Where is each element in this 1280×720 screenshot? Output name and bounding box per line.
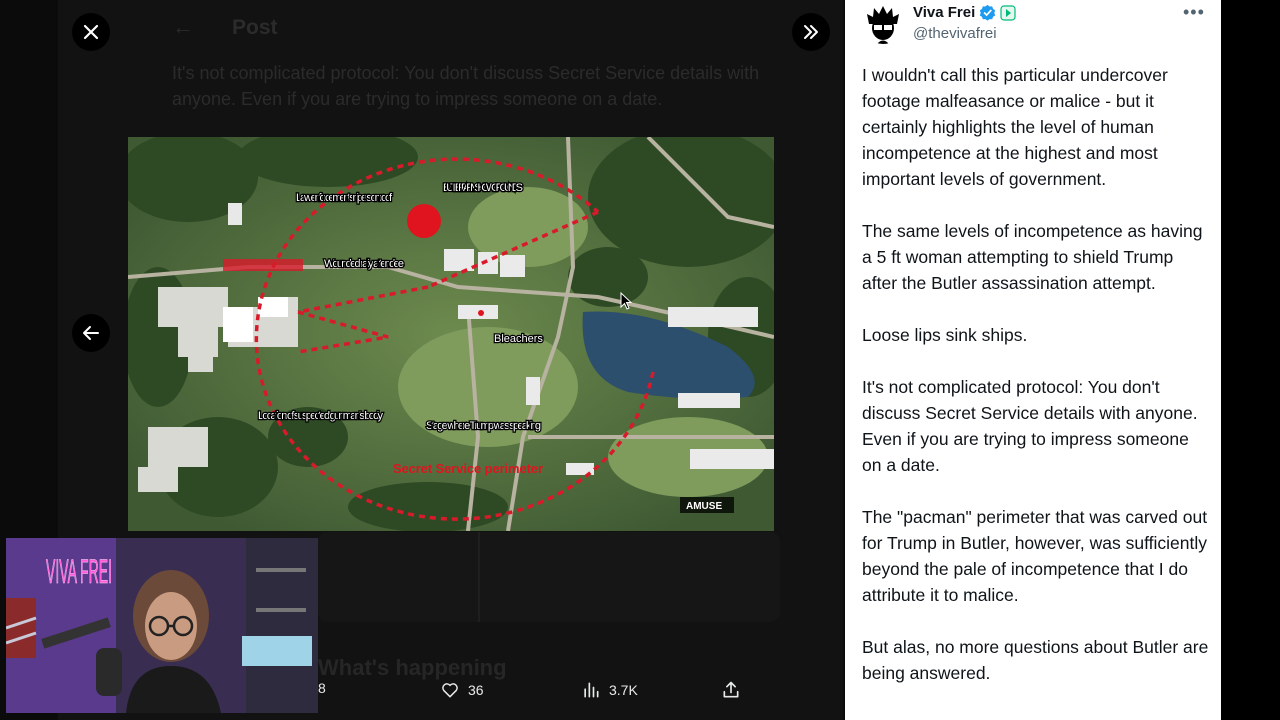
tweet-panel: Viva Frei @thevivafrei ••• I wouldn't ca…: [845, 0, 1221, 720]
map-label-wounded: Wounded rally attendee: [324, 258, 404, 270]
author-name-text: Viva Frei: [913, 4, 976, 21]
map-label-perimeter: Secret Service perimeter: [393, 461, 543, 476]
heart-icon: [442, 683, 458, 698]
arrow-left-icon: [83, 326, 99, 340]
tweet-paragraph: It's not complicated protocol: You don't…: [862, 377, 1198, 475]
webcam-sign: VIVA FREI: [46, 553, 112, 591]
avatar[interactable]: [863, 4, 903, 44]
double-chevron-right-icon: [804, 25, 818, 39]
reply-count: 8: [318, 680, 326, 696]
previous-media-button[interactable]: [72, 314, 110, 352]
aerial-map-image: Law enforcement snipers on roof BUTLER F…: [128, 137, 774, 531]
background-media-cards: [318, 532, 780, 622]
tweet-paragraph: But alas, no more questions about Butler…: [862, 637, 1209, 683]
map-label-snipers: Law enforcement snipers on roof: [296, 192, 393, 204]
expand-panel-button[interactable]: [792, 13, 830, 51]
background-post-title: Post: [232, 16, 278, 39]
tweet-text: I wouldn't call this particular undercov…: [862, 62, 1210, 712]
verified-badge-icon: [980, 4, 996, 21]
tweet-paragraph: The "pacman" perimeter that was carved o…: [862, 507, 1208, 605]
close-icon: [83, 24, 99, 40]
media-action-bar: 8 36 3.7K: [318, 680, 748, 708]
reply-button[interactable]: 8: [318, 680, 326, 696]
subscription-badge-icon: [1000, 4, 1016, 21]
tweet-paragraph: The same levels of incompetence as havin…: [862, 221, 1203, 293]
views-button[interactable]: 3.7K: [581, 680, 638, 700]
map-label-bleachers: Bleachers: [494, 333, 543, 345]
mouse-cursor-icon: [620, 292, 632, 310]
avatar-image: [863, 4, 903, 44]
view-count: 3.7K: [609, 682, 638, 698]
tweet-paragraph: Loose lips sink ships.: [862, 325, 1028, 345]
map-label-gunman: Location of suspected gunman's body: [258, 410, 384, 422]
webcam-overlay: VIVA FREI: [6, 538, 318, 713]
right-margin: [1221, 0, 1280, 720]
close-button[interactable]: [72, 13, 110, 51]
share-button[interactable]: [721, 680, 741, 700]
more-icon: •••: [1183, 2, 1205, 22]
share-icon: [723, 681, 739, 698]
like-count: 36: [468, 682, 484, 698]
map-watermark: AMUSE: [686, 501, 722, 512]
map-label-grounds: BUTLER FARM SHOW GROUNDS: [443, 182, 523, 194]
map-label-stage: Stage where Trump was speaking: [426, 420, 541, 432]
author-handle[interactable]: @thevivafrei: [913, 25, 997, 42]
like-button[interactable]: 36: [440, 680, 484, 700]
back-arrow-icon: ←: [172, 14, 194, 39]
background-post-text: It's not complicated protocol: You don't…: [172, 63, 760, 109]
more-options-button[interactable]: •••: [1183, 2, 1205, 23]
tweet-paragraph: I wouldn't call this particular undercov…: [862, 65, 1168, 189]
author-name[interactable]: Viva Frei: [913, 4, 1016, 21]
background-section-heading: What's happening: [318, 655, 507, 680]
analytics-icon: [584, 682, 599, 698]
